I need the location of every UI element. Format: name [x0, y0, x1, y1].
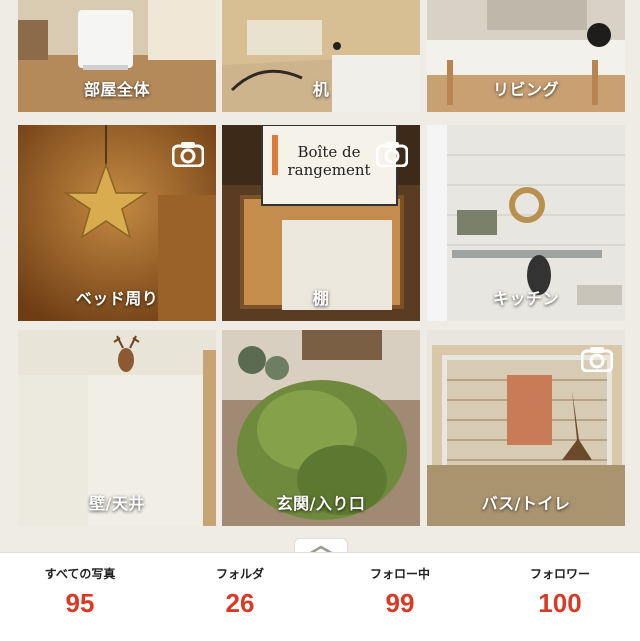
folder-tile-kitchen[interactable]: キッチン: [427, 125, 625, 321]
folder-label: バス/トイレ: [481, 494, 571, 513]
camera-icon: [376, 142, 408, 167]
stat-title: フォロワー: [529, 567, 590, 581]
folder-label: ベッド周り: [75, 289, 159, 308]
camera-icon: [581, 347, 613, 372]
stat-title: すべての写真: [44, 567, 116, 581]
folder-label: キッチン: [492, 289, 559, 308]
folder-label: 棚: [312, 289, 330, 308]
stat-value: 95: [65, 588, 95, 618]
stat-value: 26: [225, 588, 255, 618]
folder-label: 部屋全体: [83, 80, 150, 99]
folder-tile-desk[interactable]: 机: [222, 0, 420, 112]
folder-label: 机: [312, 80, 330, 99]
stat-folders[interactable]: フォルダ 26: [160, 553, 320, 641]
profile-stats-bar: すべての写真 95 フォルダ 26 フォロー中 99 フォロワー 100: [0, 552, 640, 641]
box-text-line1: Boîte de: [297, 143, 360, 161]
stat-title: フォロー中: [369, 567, 430, 581]
folder-tile-wall[interactable]: 壁/天井: [18, 330, 216, 526]
folder-tile-entrance[interactable]: 玄関/入り口: [222, 330, 420, 526]
folder-grid: 部屋全体 机 リビング ベッド周り Boîte de rangement 棚 キ…: [0, 0, 640, 540]
stat-value: 99: [385, 588, 415, 618]
folder-label: リビング: [492, 80, 559, 99]
folder-tile-bed[interactable]: ベッド周り: [18, 125, 216, 321]
stat-following[interactable]: フォロー中 99: [320, 553, 480, 641]
stat-value: 100: [538, 588, 582, 618]
folder-tile-bath[interactable]: バス/トイレ: [427, 330, 625, 526]
stat-title: フォルダ: [215, 567, 264, 581]
box-text-line2: rangement: [287, 161, 370, 179]
folder-tile-room[interactable]: 部屋全体: [18, 0, 216, 112]
folder-tile-living[interactable]: リビング: [427, 0, 625, 112]
stat-all-photos[interactable]: すべての写真 95: [0, 553, 160, 641]
folder-label: 壁/天井: [89, 494, 145, 513]
folder-label: 玄関/入り口: [276, 494, 366, 513]
stat-followers[interactable]: フォロワー 100: [480, 553, 640, 641]
camera-icon: [172, 142, 204, 167]
folder-tile-shelf[interactable]: Boîte de rangement 棚: [222, 125, 420, 321]
